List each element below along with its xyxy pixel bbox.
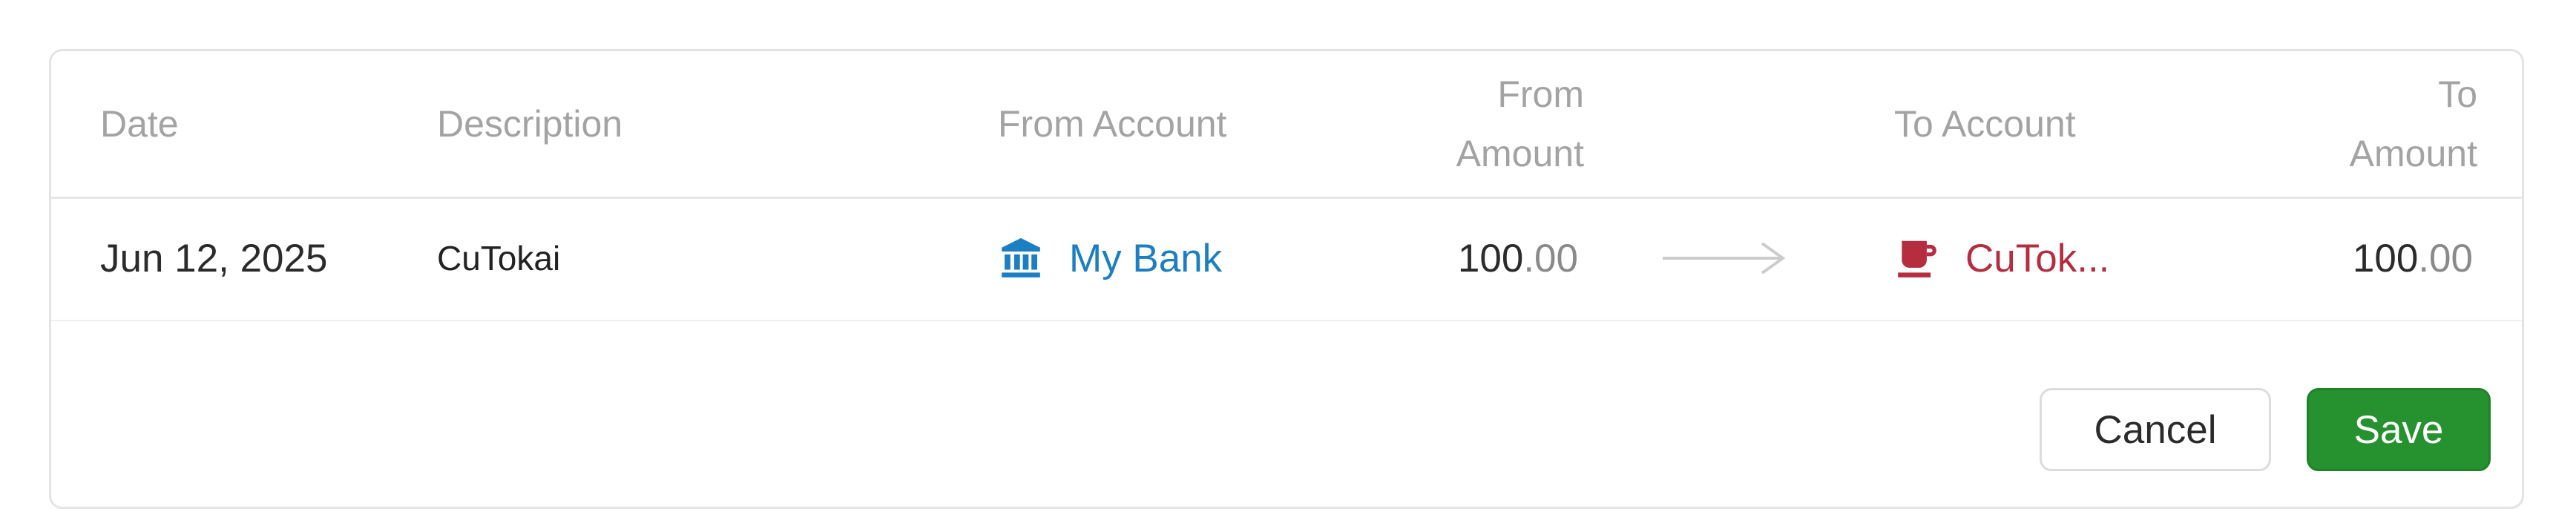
coffee-cup-icon bbox=[1894, 235, 1940, 281]
header-to-amount-line2: Amount bbox=[2349, 133, 2477, 174]
header-from-amount-line2: Amount bbox=[1456, 133, 1584, 174]
arrow-right-icon bbox=[1661, 197, 1787, 320]
header-to-amount: To Amount bbox=[2350, 65, 2477, 183]
header-from-amount-line1: From bbox=[1497, 73, 1584, 115]
header-date: Date bbox=[100, 103, 179, 145]
form-actions: Cancel Save bbox=[51, 320, 2522, 471]
header-from-amount: From Amount bbox=[1456, 65, 1584, 183]
row-to-account[interactable]: CuTok... bbox=[1894, 197, 2109, 320]
transaction-edit-card: Date Description From Account From Amoun… bbox=[49, 49, 2524, 509]
from-amount-decimal: .00 bbox=[1523, 236, 1578, 280]
row-date[interactable]: Jun 12, 2025 bbox=[100, 197, 327, 320]
bank-icon bbox=[998, 235, 1044, 281]
header-from-account: From Account bbox=[998, 103, 1227, 145]
table-header-row: Date Description From Account From Amoun… bbox=[51, 51, 2522, 199]
to-account-name: CuTok... bbox=[1965, 236, 2110, 280]
row-description[interactable]: CuTokai bbox=[437, 197, 560, 320]
row-from-amount[interactable]: 100.00 bbox=[1458, 197, 1578, 320]
cancel-button[interactable]: Cancel bbox=[2040, 388, 2271, 471]
table-row[interactable]: Jun 12, 2025 CuTokai My Bank 100.00 CuTo… bbox=[51, 197, 2522, 321]
header-description: Description bbox=[437, 103, 623, 145]
save-button[interactable]: Save bbox=[2307, 388, 2491, 471]
header-to-amount-line1: To bbox=[2438, 73, 2477, 115]
row-to-amount[interactable]: 100.00 bbox=[2353, 197, 2473, 320]
from-amount-integer: 100 bbox=[1457, 236, 1524, 280]
header-to-account: To Account bbox=[1894, 103, 2076, 145]
row-from-account[interactable]: My Bank bbox=[998, 197, 1222, 320]
to-amount-decimal: .00 bbox=[2418, 236, 2473, 280]
to-amount-integer: 100 bbox=[2352, 236, 2419, 280]
from-account-name: My Bank bbox=[1069, 236, 1223, 280]
